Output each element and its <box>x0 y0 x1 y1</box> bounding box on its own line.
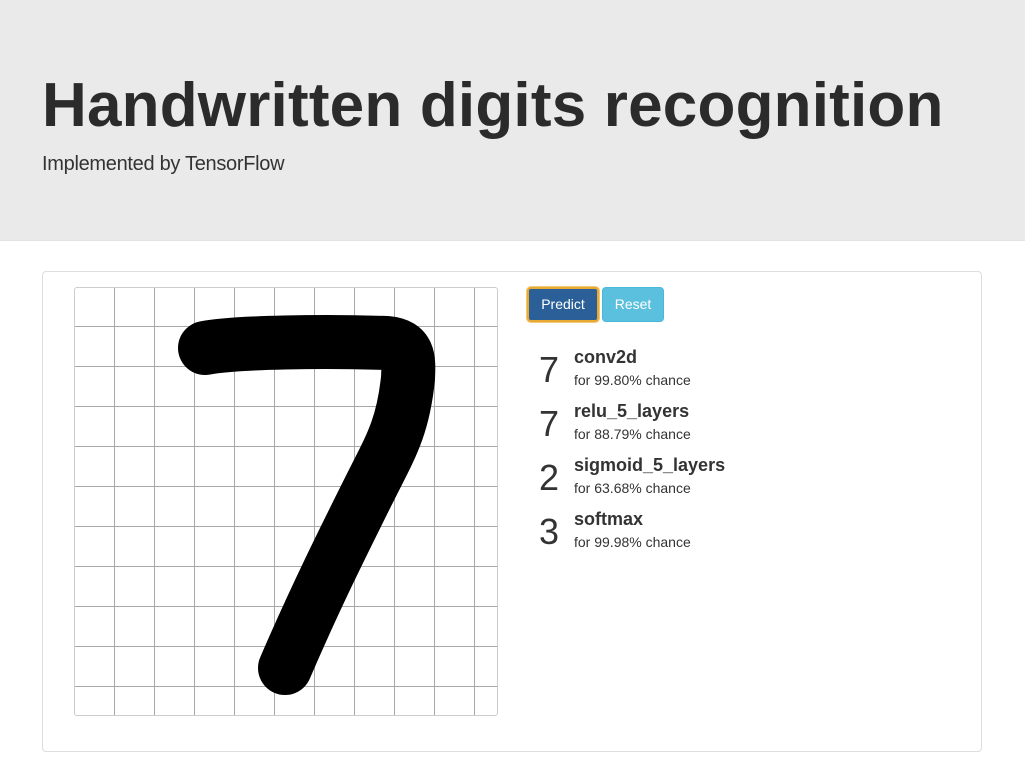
reset-button[interactable]: Reset <box>602 287 664 322</box>
page-subtitle: Implemented by TensorFlow <box>42 153 285 175</box>
result-row: 3 softmax for 99.98% chance <box>539 508 839 562</box>
drawing-grid[interactable] <box>75 288 497 715</box>
result-row: 2 sigmoid_5_layers for 63.68% chance <box>539 454 839 508</box>
model-name: conv2d <box>574 347 638 367</box>
model-chance: for 88.79% chance <box>574 426 691 442</box>
predicted-digit: 2 <box>539 457 560 498</box>
page-title: Handwritten digits recognition <box>42 71 944 140</box>
result-row: 7 conv2d for 99.80% chance <box>539 346 839 400</box>
predict-button[interactable]: Predict <box>527 287 599 322</box>
header-jumbotron: Handwritten digits recognition Implement… <box>0 0 1025 241</box>
result-row: 7 relu_5_layers for 88.79% chance <box>539 400 839 454</box>
model-name: sigmoid_5_layers <box>574 455 726 475</box>
model-chance: for 63.68% chance <box>574 480 691 496</box>
handwritten-stroke <box>178 315 436 695</box>
main-panel: Predict Reset 7 conv2d for 99.80% chance… <box>42 271 982 752</box>
predicted-digit: 7 <box>539 349 560 390</box>
model-chance: for 99.80% chance <box>574 372 691 388</box>
model-chance: for 99.98% chance <box>574 534 691 550</box>
drawing-canvas[interactable] <box>74 287 498 716</box>
predicted-digit: 3 <box>539 511 560 552</box>
model-name: relu_5_layers <box>574 401 690 421</box>
model-name: softmax <box>574 509 644 529</box>
prediction-results: 7 conv2d for 99.80% chance 7 relu_5_laye… <box>539 346 839 562</box>
predicted-digit: 7 <box>539 403 560 444</box>
